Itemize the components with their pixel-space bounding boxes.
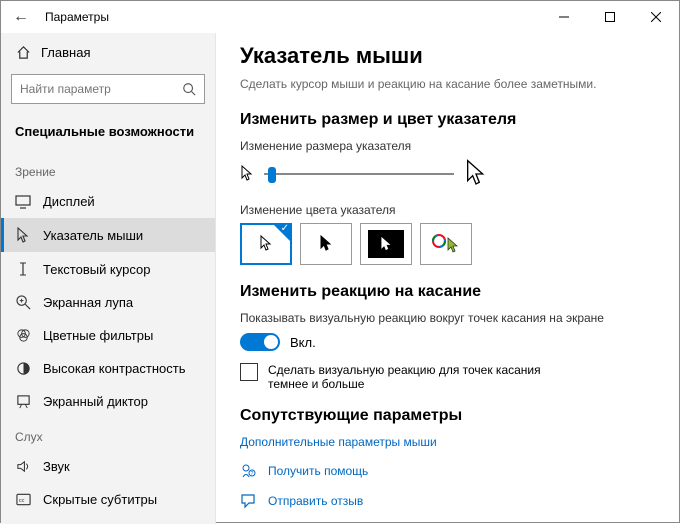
sidebar-item-label: Указатель мыши	[43, 228, 143, 243]
feedback-icon	[240, 493, 258, 509]
display-icon	[15, 195, 31, 209]
page-subtitle: Сделать курсор мыши и реакцию на касание…	[240, 77, 655, 91]
touch-darker-label: Сделать визуальную реакцию для точек кас…	[268, 363, 568, 391]
home-icon	[15, 45, 31, 60]
audio-icon	[15, 459, 31, 474]
sidebar-item-label: Дисплей	[43, 194, 95, 209]
get-help-link[interactable]: ? Получить помощь	[240, 463, 655, 479]
touch-darker-checkbox[interactable]	[240, 363, 258, 381]
sidebar-item-label: Цветные фильтры	[43, 328, 153, 343]
close-button[interactable]	[633, 1, 679, 33]
pointer-size-label: Изменение размера указателя	[240, 139, 655, 153]
section-touch-feedback: Изменить реакцию на касание	[240, 283, 655, 301]
narrator-icon	[15, 394, 31, 409]
cursor-icon	[15, 227, 31, 243]
titlebar: ← Параметры	[1, 1, 679, 33]
feedback-link[interactable]: Отправить отзыв	[240, 493, 655, 509]
sidebar-item-label: Высокая контрастность	[43, 361, 186, 376]
touch-feedback-label: Показывать визуальную реакцию вокруг точ…	[240, 311, 655, 325]
maximize-button[interactable]	[587, 1, 633, 33]
section-related: Сопутствующие параметры	[240, 407, 655, 425]
link-mouse-settings[interactable]: Дополнительные параметры мыши	[240, 435, 655, 449]
sidebar-item-label: Экранная лупа	[43, 295, 133, 310]
feedback-label: Отправить отзыв	[268, 494, 363, 508]
pointer-size-slider[interactable]	[264, 164, 454, 184]
section-pointer-size-color: Изменить размер и цвет указателя	[240, 111, 655, 129]
color-filters-icon	[15, 328, 31, 343]
svg-text:cc: cc	[18, 498, 24, 504]
window-title: Параметры	[45, 10, 109, 24]
search-icon	[182, 82, 196, 96]
large-cursor-icon	[464, 159, 488, 189]
content-area: Указатель мыши Сделать курсор мыши и реа…	[216, 33, 679, 524]
back-button[interactable]: ←	[9, 8, 33, 26]
sidebar-item-label: Экранный диктор	[43, 394, 148, 409]
sidebar-item-label: Текстовый курсор	[43, 262, 150, 277]
text-cursor-icon	[15, 261, 31, 277]
contrast-icon	[15, 361, 31, 376]
section-header: Специальные возможности	[1, 118, 215, 153]
sidebar-item-color-filters[interactable]: Цветные фильтры	[1, 319, 215, 352]
group-hearing-label: Слух	[1, 418, 215, 450]
sidebar-item-label: Скрытые субтитры	[43, 492, 157, 507]
home-label: Главная	[41, 45, 90, 60]
minimize-button[interactable]	[541, 1, 587, 33]
sidebar-item-display[interactable]: Дисплей	[1, 185, 215, 218]
small-cursor-icon	[240, 165, 254, 183]
sidebar-item-text-cursor[interactable]: Текстовый курсор	[1, 252, 215, 286]
pointer-color-inverted[interactable]	[360, 223, 412, 265]
sidebar-item-captions[interactable]: cc Скрытые субтитры	[1, 483, 215, 516]
search-box[interactable]	[11, 74, 205, 104]
group-vision-label: Зрение	[1, 153, 215, 185]
touch-feedback-toggle[interactable]	[240, 333, 280, 351]
help-icon: ?	[240, 463, 258, 479]
sidebar: Главная Специальные возможности Зрение Д…	[1, 33, 216, 524]
pointer-color-custom[interactable]	[420, 223, 472, 265]
pointer-color-black[interactable]	[300, 223, 352, 265]
help-label: Получить помощь	[268, 464, 368, 478]
sidebar-item-label: Звук	[43, 459, 70, 474]
magnifier-icon	[15, 295, 31, 310]
home-button[interactable]: Главная	[1, 37, 215, 68]
captions-icon: cc	[15, 493, 31, 506]
window-controls	[541, 1, 679, 33]
svg-text:?: ?	[251, 471, 254, 477]
sidebar-item-mouse-pointer[interactable]: Указатель мыши	[1, 218, 215, 252]
toggle-state-label: Вкл.	[290, 335, 316, 350]
search-input[interactable]	[20, 82, 180, 96]
sidebar-item-magnifier[interactable]: Экранная лупа	[1, 286, 215, 319]
sidebar-item-audio[interactable]: Звук	[1, 450, 215, 483]
page-title: Указатель мыши	[240, 43, 655, 69]
pointer-color-white[interactable]	[240, 223, 292, 265]
sidebar-item-high-contrast[interactable]: Высокая контрастность	[1, 352, 215, 385]
sidebar-item-narrator[interactable]: Экранный диктор	[1, 385, 215, 418]
pointer-color-label: Изменение цвета указателя	[240, 203, 655, 217]
